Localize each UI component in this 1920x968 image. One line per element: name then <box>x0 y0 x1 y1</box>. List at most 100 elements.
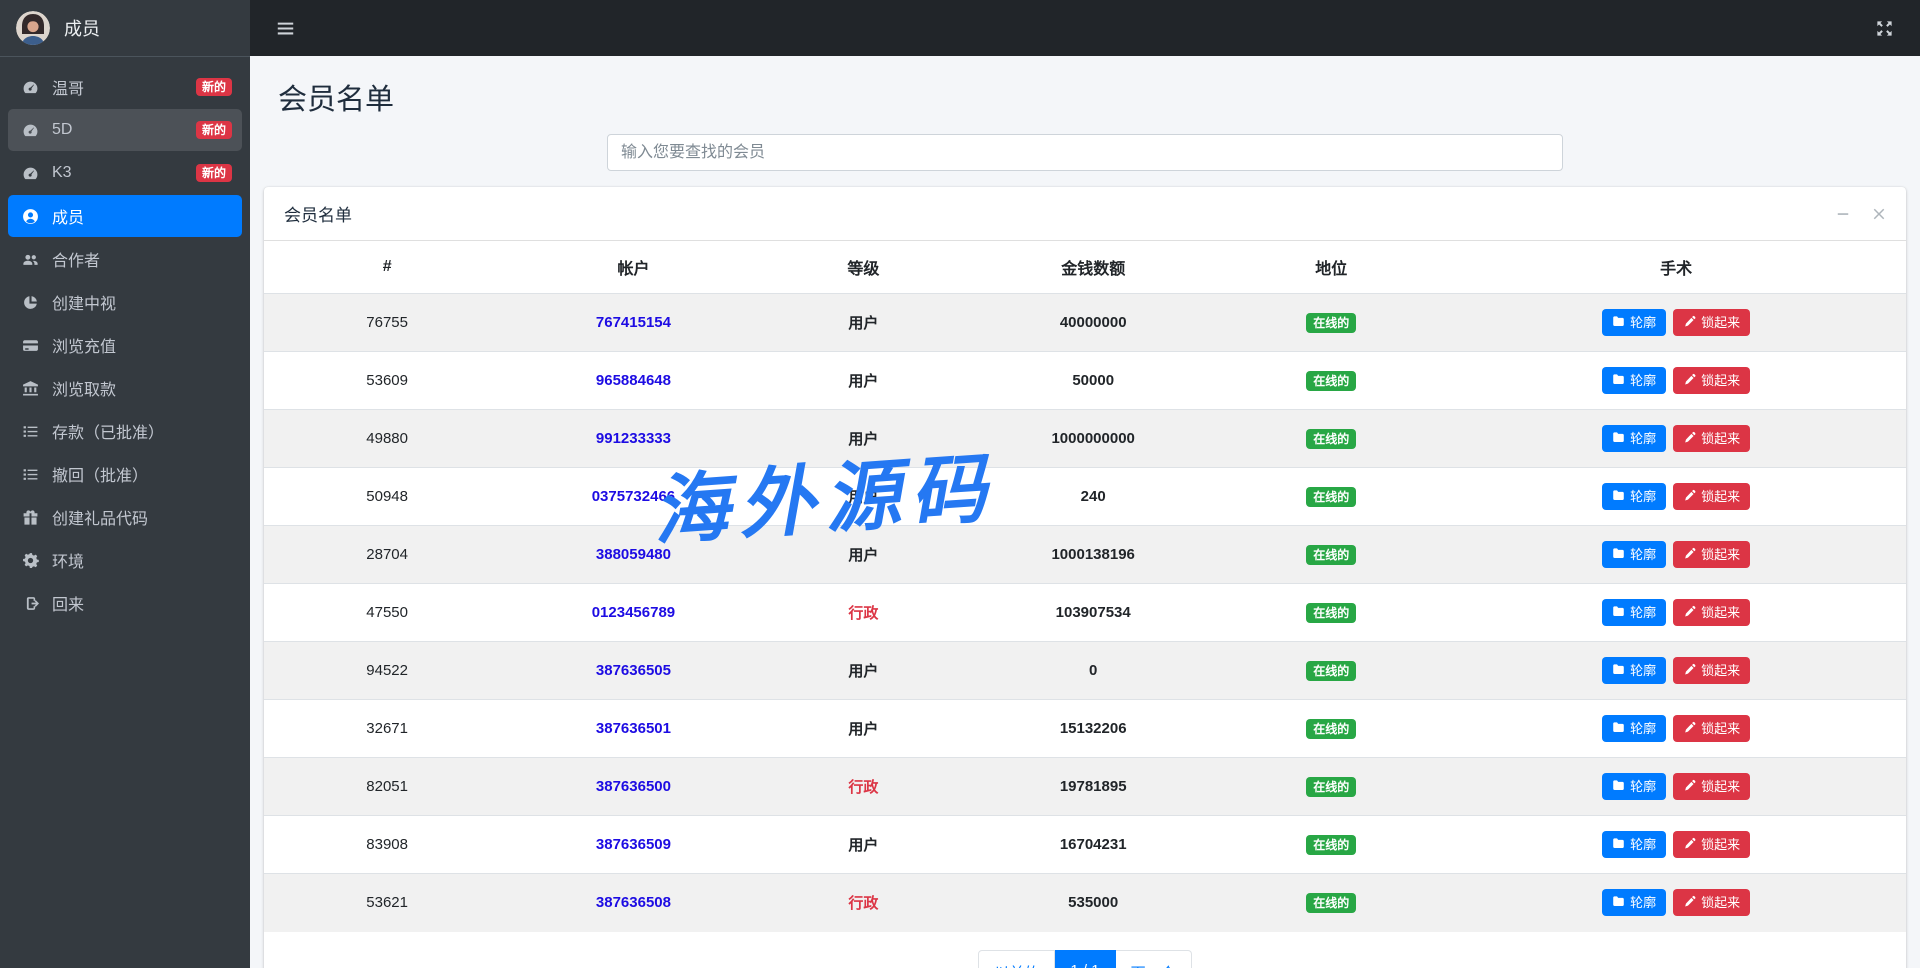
account-link[interactable]: 387636509 <box>596 836 671 853</box>
lock-button[interactable]: 锁起来 <box>1673 715 1750 742</box>
profile-button[interactable]: 轮廓 <box>1602 657 1666 684</box>
account-link[interactable]: 991233333 <box>596 430 671 447</box>
table-row: 49880 991233333 用户 1000000000 在线的 轮廓 锁起来 <box>264 410 1906 468</box>
sidebar-item[interactable]: 创建中视 <box>8 281 242 323</box>
member-money: 1000000000 <box>1051 430 1134 447</box>
member-money: 15132206 <box>1060 720 1127 737</box>
folder-icon <box>1612 431 1625 446</box>
sidebar-item[interactable]: 合作者 <box>8 238 242 280</box>
sidebar-item[interactable]: 5D 新的 <box>8 109 242 151</box>
gift-icon <box>18 509 42 526</box>
account-link[interactable]: 387636508 <box>596 894 671 911</box>
pagination-next[interactable]: 下一个 <box>1116 950 1192 968</box>
sidebar-menu: 温哥 新的 5D 新的 K3 新的 成员 合作者 创建中视 浏览充值 浏览取款 … <box>0 57 250 968</box>
new-badge: 新的 <box>196 164 232 182</box>
card-header: 会员名单 <box>264 187 1906 241</box>
table-row: 82051 387636500 行政 19781895 在线的 轮廓 锁起来 <box>264 758 1906 816</box>
member-level: 行政 <box>848 779 878 796</box>
member-level: 用户 <box>848 489 878 506</box>
account-link[interactable]: 0123456789 <box>592 604 675 621</box>
member-level: 用户 <box>848 315 878 332</box>
member-id: 53621 <box>366 894 408 911</box>
profile-button[interactable]: 轮廓 <box>1602 425 1666 452</box>
lock-button[interactable]: 锁起来 <box>1673 367 1750 394</box>
member-money: 535000 <box>1068 894 1118 911</box>
header-status: 地位 <box>1216 241 1446 294</box>
table-header-row: # 帐户 等级 金钱数额 地位 手术 <box>264 241 1906 294</box>
lock-button[interactable]: 锁起来 <box>1673 541 1750 568</box>
sidebar-item-label: K3 <box>52 164 72 182</box>
member-id: 32671 <box>366 720 408 737</box>
pagination-current[interactable]: 1 / 1 <box>1055 950 1115 968</box>
brand-title: 成员 <box>64 15 100 41</box>
header-actions: 手术 <box>1446 241 1906 294</box>
sidebar-item[interactable]: 创建礼品代码 <box>8 496 242 538</box>
table-row: 32671 387636501 用户 15132206 在线的 轮廓 锁起来 <box>264 700 1906 758</box>
status-badge: 在线的 <box>1306 429 1356 449</box>
profile-button[interactable]: 轮廓 <box>1602 367 1666 394</box>
hamburger-menu-icon[interactable] <box>276 19 295 38</box>
tachometer-icon <box>18 122 42 139</box>
profile-button[interactable]: 轮廓 <box>1602 773 1666 800</box>
account-link[interactable]: 387636500 <box>596 778 671 795</box>
account-link[interactable]: 387636505 <box>596 662 671 679</box>
table-row: 94522 387636505 用户 0 在线的 轮廓 锁起来 <box>264 642 1906 700</box>
profile-button[interactable]: 轮廓 <box>1602 309 1666 336</box>
member-money: 19781895 <box>1060 778 1127 795</box>
account-link[interactable]: 0375732466 <box>592 488 675 505</box>
credit-card-icon <box>18 337 42 354</box>
folder-icon <box>1612 547 1625 562</box>
account-link[interactable]: 387636501 <box>596 720 671 737</box>
lock-button[interactable]: 锁起来 <box>1673 889 1750 916</box>
sidebar-item[interactable]: 环境 <box>8 539 242 581</box>
users-icon <box>18 251 42 268</box>
profile-button[interactable]: 轮廓 <box>1602 483 1666 510</box>
pencil-icon <box>1683 489 1696 504</box>
account-link[interactable]: 965884648 <box>596 372 671 389</box>
sidebar-item[interactable]: 浏览取款 <box>8 367 242 409</box>
sidebar-item[interactable]: 存款（已批准） <box>8 410 242 452</box>
sidebar-item[interactable]: 撤回（批准） <box>8 453 242 495</box>
sidebar-item[interactable]: 温哥 新的 <box>8 66 242 108</box>
sidebar-item[interactable]: K3 新的 <box>8 152 242 194</box>
lock-button[interactable]: 锁起来 <box>1673 483 1750 510</box>
status-badge: 在线的 <box>1306 835 1356 855</box>
tachometer-icon <box>18 165 42 182</box>
lock-button[interactable]: 锁起来 <box>1673 831 1750 858</box>
sidebar-item-label: 创建中视 <box>52 290 116 314</box>
lock-button[interactable]: 锁起来 <box>1673 773 1750 800</box>
profile-button[interactable]: 轮廓 <box>1602 541 1666 568</box>
sidebar-item-label: 存款（已批准） <box>52 419 164 443</box>
close-icon[interactable] <box>1872 207 1886 221</box>
sidebar-item-label: 创建礼品代码 <box>52 505 148 529</box>
member-level: 用户 <box>848 373 878 390</box>
sidebar-item-label: 回来 <box>52 591 84 615</box>
sidebar-item[interactable]: 浏览充值 <box>8 324 242 366</box>
profile-button[interactable]: 轮廓 <box>1602 889 1666 916</box>
member-level: 行政 <box>848 605 878 622</box>
header-level: 等级 <box>757 241 970 294</box>
member-money: 16704231 <box>1060 836 1127 853</box>
lock-button[interactable]: 锁起来 <box>1673 657 1750 684</box>
sidebar-item[interactable]: 成员 <box>8 195 242 237</box>
pencil-icon <box>1683 837 1696 852</box>
lock-button[interactable]: 锁起来 <box>1673 425 1750 452</box>
profile-button[interactable]: 轮廓 <box>1602 715 1666 742</box>
account-link[interactable]: 388059480 <box>596 546 671 563</box>
minimize-icon[interactable] <box>1836 207 1850 221</box>
folder-icon <box>1612 605 1625 620</box>
header-account: 帐户 <box>510 241 756 294</box>
table-row: 76755 767415154 用户 40000000 在线的 轮廓 锁起来 <box>264 294 1906 352</box>
profile-button[interactable]: 轮廓 <box>1602 831 1666 858</box>
pagination-prev[interactable]: 以前的 <box>978 950 1055 968</box>
folder-icon <box>1612 663 1625 678</box>
fullscreen-expand-icon[interactable] <box>1875 19 1894 38</box>
sidebar-item[interactable]: 回来 <box>8 582 242 624</box>
lock-button[interactable]: 锁起来 <box>1673 599 1750 626</box>
lock-button[interactable]: 锁起来 <box>1673 309 1750 336</box>
profile-button[interactable]: 轮廓 <box>1602 599 1666 626</box>
account-link[interactable]: 767415154 <box>596 314 671 331</box>
member-level: 用户 <box>848 721 878 738</box>
member-id: 49880 <box>366 430 408 447</box>
search-input[interactable] <box>607 134 1563 171</box>
